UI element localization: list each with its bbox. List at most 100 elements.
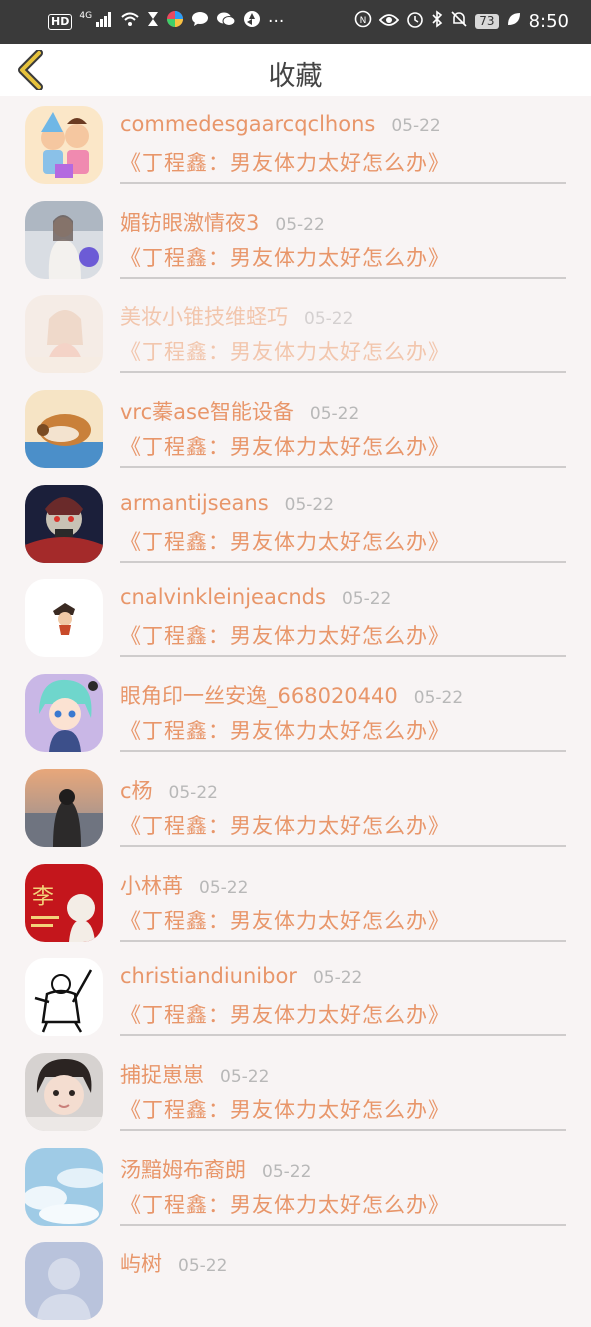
- status-time: 8:50: [528, 11, 569, 32]
- user-name[interactable]: c杨: [120, 775, 153, 805]
- user-name[interactable]: christiandiunibor: [120, 964, 297, 988]
- user-name[interactable]: 小林苒: [120, 870, 183, 900]
- avatar[interactable]: [25, 106, 103, 184]
- avatar[interactable]: [25, 200, 103, 279]
- chat-bubble-icon: [191, 11, 209, 32]
- divider: [120, 1128, 566, 1131]
- post-date: 05-22: [199, 877, 249, 898]
- avatar[interactable]: [25, 295, 103, 374]
- mute-bell-icon: [450, 10, 468, 33]
- post-date: 05-22: [284, 494, 335, 515]
- divider: [120, 655, 566, 658]
- user-name[interactable]: 屿树: [120, 1248, 162, 1278]
- list-item[interactable]: commedesgaarcqclhons 05-22 《丁程鑫：男友体力太好怎么办…: [0, 96, 591, 191]
- wifi-icon: [120, 11, 140, 32]
- status-bar-left: HD 4G ···: [48, 10, 284, 33]
- post-title[interactable]: 《丁程鑫：男友体力太好怎么办》: [120, 999, 450, 1029]
- divider: [120, 750, 566, 753]
- post-date: 05-22: [391, 116, 441, 136]
- avatar-text: 李: [32, 885, 54, 910]
- more-notifications: ···: [268, 11, 285, 32]
- avatar[interactable]: [25, 674, 103, 753]
- divider: [120, 844, 566, 847]
- status-bar: HD 4G ··· N 73 8:50: [0, 0, 591, 44]
- network-type: 4G: [79, 10, 93, 21]
- post-date: 05-22: [168, 782, 218, 803]
- post-title[interactable]: 《丁程鑫：男友体力太好怎么办》: [120, 336, 450, 366]
- hourglass-icon: [147, 11, 159, 32]
- battery-indicator: 73: [475, 14, 499, 29]
- user-name[interactable]: vrc蓁ase智能设备: [120, 396, 294, 426]
- post-title[interactable]: 《丁程鑫：男友体力太好怎么办》: [120, 431, 450, 461]
- signal-icon: [95, 11, 113, 32]
- list-item[interactable]: armantijseans 05-22 《丁程鑫：男友体力太好怎么办》: [0, 475, 591, 570]
- post-date: 05-22: [413, 688, 464, 709]
- divider: [120, 371, 566, 374]
- list-item[interactable]: 李 小林苒 05-22 《丁程鑫：男友体力太好怎么办》: [0, 854, 591, 949]
- post-title[interactable]: 《丁程鑫：男友体力太好怎么办》: [120, 1094, 450, 1124]
- post-date: 05-22: [178, 1256, 228, 1277]
- post-date: 05-22: [262, 1161, 312, 1182]
- list-item[interactable]: christiandiunibor 05-22 《丁程鑫：男友体力太好怎么办》: [0, 948, 591, 1043]
- hd-badge: HD: [48, 13, 73, 30]
- colorful-app-icon: [166, 10, 184, 33]
- alarm-icon: [406, 10, 424, 33]
- avatar[interactable]: [25, 1147, 103, 1226]
- post-date: 05-22: [312, 968, 363, 989]
- post-title[interactable]: 《丁程鑫：男友体力太好怎么办》: [120, 242, 450, 272]
- post-title[interactable]: 《丁程鑫：男友体力太好怎么办》: [120, 526, 450, 556]
- post-title[interactable]: 《丁程鑫：男友体力太好怎么办》: [120, 1189, 450, 1219]
- list-item[interactable]: 美妆小锥技维蛏巧 05-22 《丁程鑫：男友体力太好怎么办》: [0, 285, 591, 380]
- data-saver-icon: N: [354, 10, 372, 33]
- post-title[interactable]: 《丁程鑫：男友体力太好怎么办》: [120, 810, 450, 840]
- post-date: 05-22: [341, 589, 392, 610]
- status-bar-right: N 73 8:50: [354, 10, 569, 33]
- leaf-icon: [506, 11, 522, 32]
- avatar[interactable]: [25, 1052, 103, 1131]
- list-item[interactable]: c杨 05-22 《丁程鑫：男友体力太好怎么办》: [0, 759, 591, 854]
- svg-text:N: N: [360, 16, 367, 26]
- list-item[interactable]: 眼角印一丝安逸_668020440 05-22 《丁程鑫：男友体力太好怎么办》: [0, 664, 591, 759]
- aperture-icon: [243, 10, 261, 33]
- post-title[interactable]: 《丁程鑫：男友体力太好怎么办》: [120, 905, 450, 935]
- user-name[interactable]: 媚钫眼激情夜3: [120, 207, 259, 237]
- avatar[interactable]: [25, 768, 103, 847]
- post-date: 05-22: [304, 309, 354, 330]
- list-item[interactable]: vrc蓁ase智能设备 05-22 《丁程鑫：男友体力太好怎么办》: [0, 380, 591, 475]
- divider: [120, 939, 566, 942]
- bluetooth-icon: [431, 10, 443, 33]
- list-item[interactable]: 媚钫眼激情夜3 05-22 《丁程鑫：男友体力太好怎么办》: [0, 191, 591, 286]
- post-date: 05-22: [275, 214, 325, 235]
- divider: [120, 1034, 566, 1037]
- avatar[interactable]: 李: [25, 863, 103, 942]
- user-name[interactable]: armantijseans: [120, 491, 269, 515]
- list-item[interactable]: cnalvinkleinjeacnds 05-22 《丁程鑫：男友体力太好怎么办》: [0, 569, 591, 664]
- user-name[interactable]: 汤黯姆布裔朗: [120, 1154, 246, 1184]
- app-header: 收藏: [0, 44, 591, 96]
- avatar[interactable]: [25, 1242, 103, 1321]
- user-name[interactable]: commedesgaarcqclhons: [120, 112, 375, 136]
- user-name[interactable]: 眼角印一丝安逸_668020440: [120, 680, 398, 710]
- favorites-list: commedesgaarcqclhons 05-22 《丁程鑫：男友体力太好怎么办…: [0, 96, 591, 1327]
- divider: [120, 182, 566, 184]
- post-title[interactable]: 《丁程鑫：男友体力太好怎么办》: [120, 715, 450, 745]
- list-item[interactable]: 汤黯姆布裔朗 05-22 《丁程鑫：男友体力太好怎么办》: [0, 1138, 591, 1233]
- avatar[interactable]: [25, 579, 103, 658]
- user-name[interactable]: 捕捉崽崽: [120, 1059, 204, 1089]
- avatar[interactable]: [25, 958, 103, 1037]
- avatar[interactable]: [25, 390, 103, 469]
- divider: [120, 560, 566, 563]
- page-title: 收藏: [268, 61, 323, 92]
- list-item[interactable]: 捕捉崽崽 05-22 《丁程鑫：男友体力太好怎么办》: [0, 1043, 591, 1138]
- divider: [120, 466, 566, 469]
- user-name[interactable]: 美妆小锥技维蛏巧: [120, 301, 288, 331]
- post-title[interactable]: 《丁程鑫：男友体力太好怎么办》: [120, 620, 450, 650]
- divider: [120, 1223, 566, 1226]
- wechat-icon: [216, 11, 236, 32]
- post-title[interactable]: 《丁程鑫：男友体力太好怎么办》: [120, 147, 450, 177]
- avatar[interactable]: [25, 484, 103, 563]
- post-date: 05-22: [220, 1066, 270, 1087]
- user-name[interactable]: cnalvinkleinjeacnds: [120, 585, 326, 609]
- eye-icon: [379, 12, 400, 32]
- post-date: 05-22: [309, 404, 360, 425]
